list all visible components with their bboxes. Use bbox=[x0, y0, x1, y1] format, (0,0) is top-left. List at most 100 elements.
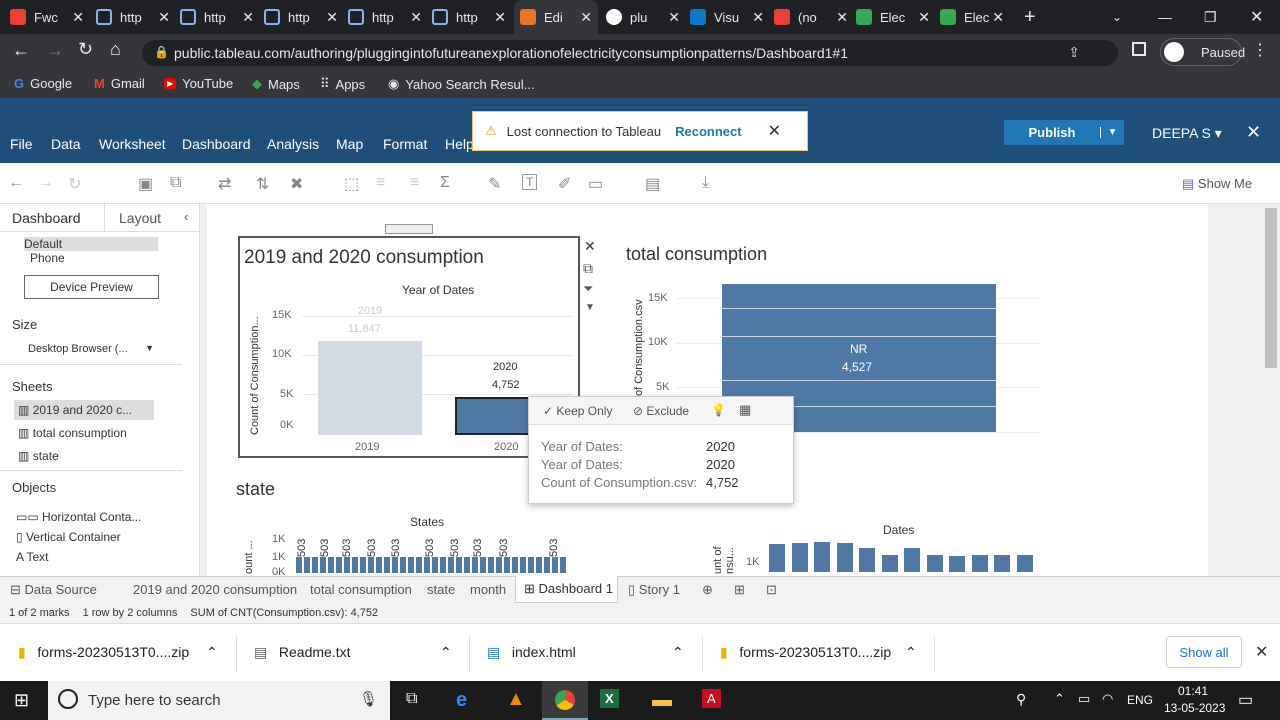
bar[interactable] bbox=[971, 555, 988, 572]
browser-tab-active[interactable]: Edi ✕ bbox=[514, 0, 598, 34]
bookmark-maps[interactable]: ◆ Maps bbox=[252, 76, 300, 92]
menu-analysis[interactable]: Analysis bbox=[267, 136, 319, 152]
highlight-icon[interactable]: ✎ bbox=[488, 174, 501, 194]
clock-time[interactable]: 01:41 bbox=[1178, 684, 1208, 698]
reconnect-link[interactable]: Reconnect bbox=[675, 124, 741, 139]
download-icon[interactable]: ⤓ bbox=[702, 174, 709, 192]
url-bar[interactable]: 🔒 public.tableau.com/authoring/pluggingin… bbox=[142, 40, 1118, 66]
bookmark-gmail[interactable]: M Gmail bbox=[94, 76, 145, 91]
bookmark-google[interactable]: G Google bbox=[14, 76, 72, 91]
user-menu[interactable]: DEEPA S ▾ bbox=[1152, 125, 1222, 142]
new-tab-button[interactable]: + bbox=[1024, 0, 1036, 34]
tab-data-source[interactable]: ⊟ Data Source bbox=[10, 582, 97, 598]
view-data-icon[interactable]: ▦ bbox=[739, 402, 751, 418]
browser-tab[interactable]: plu ✕ bbox=[606, 0, 686, 34]
keep-only-button[interactable]: ✓ Keep Only bbox=[543, 404, 612, 418]
tab-layout[interactable]: Layout bbox=[119, 210, 161, 226]
remove-icon[interactable]: ✕ bbox=[584, 238, 596, 255]
format-icon[interactable]: ✐ bbox=[558, 174, 571, 194]
menu-dashboard[interactable]: Dashboard bbox=[182, 136, 251, 152]
browser-tab[interactable]: http ✕ bbox=[180, 0, 260, 34]
back-icon[interactable]: ← bbox=[12, 40, 30, 61]
bookmark-yahoo[interactable]: ◉ Yahoo Search Resul... bbox=[388, 76, 534, 92]
browser-tab[interactable]: Elec ✕ bbox=[940, 0, 1010, 34]
redo-icon[interactable]: → bbox=[38, 174, 54, 192]
bar[interactable] bbox=[392, 557, 398, 573]
excel-icon[interactable]: X bbox=[600, 689, 619, 708]
bar[interactable] bbox=[464, 557, 470, 573]
bar[interactable] bbox=[536, 557, 542, 573]
bar[interactable] bbox=[552, 557, 558, 573]
device-preview-button[interactable]: Device Preview bbox=[24, 275, 159, 299]
sheet-item[interactable]: ▥ state bbox=[18, 449, 59, 463]
tab-dashboard-active[interactable]: ⊞ Dashboard 1 bbox=[515, 576, 618, 603]
bar[interactable] bbox=[368, 557, 374, 573]
menu-worksheet[interactable]: Worksheet bbox=[99, 136, 166, 152]
bar[interactable] bbox=[859, 548, 875, 572]
wifi-icon[interactable]: ◠ bbox=[1102, 691, 1113, 707]
bar[interactable] bbox=[544, 557, 550, 573]
bookmark-apps[interactable]: ⠿ Apps bbox=[320, 76, 365, 92]
bar[interactable] bbox=[1016, 555, 1033, 572]
bar[interactable] bbox=[472, 557, 478, 573]
menu-help[interactable]: Help bbox=[445, 136, 474, 152]
bar[interactable] bbox=[424, 557, 430, 573]
tab-sheet[interactable]: month bbox=[470, 582, 506, 597]
browser-tab[interactable]: http ✕ bbox=[264, 0, 344, 34]
bar[interactable] bbox=[432, 557, 438, 573]
people-icon[interactable]: ⚲ bbox=[1016, 691, 1026, 708]
close-icon[interactable]: ✕ bbox=[494, 9, 506, 26]
bar[interactable] bbox=[496, 557, 502, 573]
chevron-up-icon[interactable]: ⌃ bbox=[672, 644, 684, 661]
home-icon[interactable]: ⌂ bbox=[110, 39, 121, 60]
filter-icon[interactable]: ⏷ bbox=[583, 281, 593, 297]
sheet-item[interactable]: ▥ total consumption bbox=[18, 426, 127, 440]
bar[interactable] bbox=[344, 557, 350, 573]
menu-format[interactable]: Format bbox=[383, 136, 427, 152]
bar[interactable] bbox=[836, 543, 853, 572]
battery-icon[interactable]: ▭ bbox=[1078, 691, 1090, 707]
clock-date[interactable]: 13-05-2023 bbox=[1164, 701, 1225, 715]
label-icon[interactable]: T bbox=[522, 174, 538, 190]
bar[interactable] bbox=[376, 557, 382, 573]
close-icon[interactable]: ✕ bbox=[1255, 642, 1268, 662]
tab-dashboard[interactable]: Dashboard bbox=[12, 210, 81, 226]
bar[interactable] bbox=[480, 557, 486, 573]
scrollbar[interactable] bbox=[1262, 204, 1280, 576]
tab-sheet[interactable]: state bbox=[427, 582, 455, 597]
tab-search-icon[interactable]: ⌄ bbox=[1112, 0, 1122, 34]
bar[interactable] bbox=[360, 557, 366, 573]
profile-button[interactable]: Paused bbox=[1160, 38, 1245, 66]
lightbulb-icon[interactable]: 💡 bbox=[711, 403, 726, 417]
swap-icon[interactable]: ⇄ bbox=[218, 174, 231, 194]
sheet-item[interactable]: ▥ 2019 and 2020 c... bbox=[14, 400, 154, 420]
bar[interactable] bbox=[488, 557, 494, 573]
browser-tab[interactable]: http ✕ bbox=[96, 0, 176, 34]
bar[interactable] bbox=[791, 543, 808, 572]
browser-tab[interactable]: Elec ✕ bbox=[856, 0, 936, 34]
group-icon[interactable]: ⬚ bbox=[344, 174, 359, 194]
side-panel-icon[interactable] bbox=[1132, 42, 1146, 56]
browser-tab[interactable]: http ✕ bbox=[432, 0, 512, 34]
menu-data[interactable]: Data bbox=[51, 136, 81, 152]
tab-sheet[interactable]: total consumption bbox=[310, 582, 412, 597]
bar[interactable] bbox=[384, 557, 390, 573]
close-icon[interactable]: ✕ bbox=[326, 9, 338, 26]
tab-story[interactable]: ▯ Story 1 bbox=[628, 582, 680, 598]
bar[interactable] bbox=[304, 557, 310, 573]
chevron-up-icon[interactable]: ⌃ bbox=[206, 644, 218, 661]
clear-icon[interactable]: ✖ bbox=[290, 174, 303, 194]
new-dashboard-icon[interactable]: ⊞ bbox=[734, 582, 745, 598]
totals-icon[interactable]: Σ bbox=[440, 174, 450, 192]
device-default[interactable]: Default bbox=[24, 237, 158, 251]
chevron-up-icon[interactable]: ⌃ bbox=[440, 644, 452, 661]
reload-icon[interactable]: ↻ bbox=[78, 39, 93, 60]
chevron-up-icon[interactable]: ⌃ bbox=[1054, 691, 1065, 707]
dropdown-arrow-icon[interactable]: ▼ bbox=[1100, 127, 1124, 138]
close-icon[interactable]: ✕ bbox=[1246, 122, 1261, 143]
download-item[interactable]: ▤ Readme.txt bbox=[254, 644, 351, 661]
close-icon[interactable]: ✕ bbox=[410, 9, 422, 26]
browser-tab[interactable]: (no ✕ bbox=[774, 0, 854, 34]
notifications-icon[interactable]: ▭ bbox=[1238, 690, 1253, 710]
bar[interactable] bbox=[520, 557, 526, 573]
